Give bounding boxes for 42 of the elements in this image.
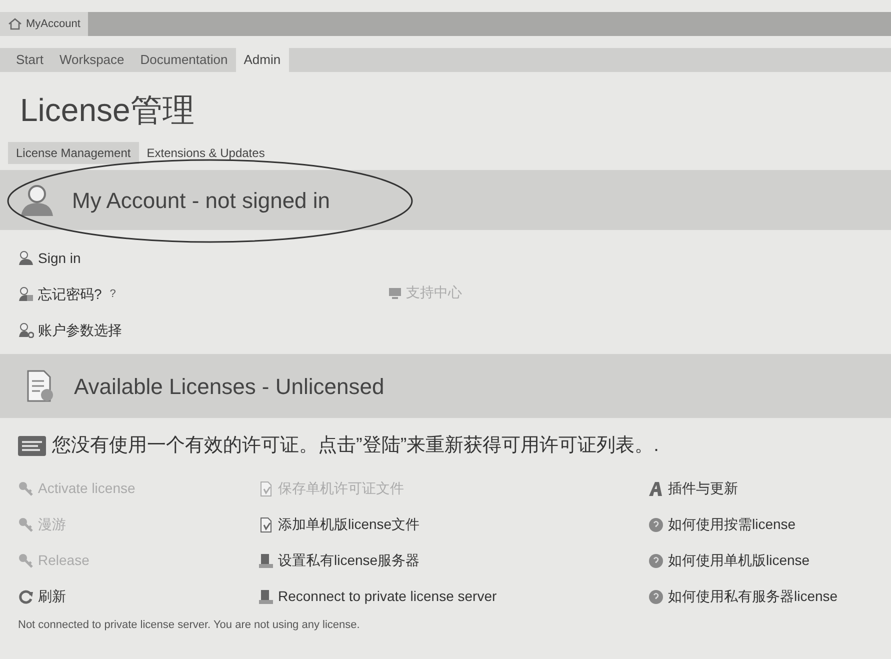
menu-tab[interactable]: Workspace [51, 48, 132, 72]
file-icon [258, 516, 274, 532]
action-link[interactable]: 如何使用私有服务器license [668, 586, 838, 607]
action-link[interactable]: 刷新 [38, 586, 66, 607]
user-settings-icon [18, 322, 34, 338]
section-title: Available Licenses - Unlicensed [74, 372, 384, 400]
action-link[interactable]: 账户参数选择 [38, 320, 122, 340]
key-icon [18, 552, 34, 568]
window-tab[interactable]: MyAccount [0, 12, 88, 36]
help-icon [648, 516, 664, 532]
letter-a-icon [648, 480, 664, 496]
menu-tab[interactable]: Documentation [132, 48, 236, 72]
action-link[interactable]: 如何使用按需license [668, 514, 796, 535]
action-link[interactable]: Reconnect to private license server [278, 586, 497, 607]
status-message: Not connected to private license server. You are not using any license. [17, 618, 361, 632]
action-link[interactable]: 忘记密码? [38, 284, 102, 304]
action-link[interactable]: 如何使用单机版license [668, 550, 810, 571]
refresh-icon [18, 588, 34, 604]
user-lock-icon [18, 286, 34, 302]
action-link[interactable]: Sign in [38, 248, 81, 268]
page-title: License管理 [19, 91, 196, 130]
server-icon [258, 588, 274, 604]
sub-tab[interactable]: License Management [8, 142, 139, 164]
action-link[interactable]: 设置私有license服务器 [278, 550, 420, 571]
key-icon [18, 516, 34, 532]
key-icon [18, 480, 34, 496]
section-title: My Account - not signed in [72, 186, 330, 215]
action-link[interactable]: 添加单机版license文件 [278, 514, 420, 535]
info-badge-icon [18, 436, 46, 456]
help-mark[interactable]: ? [110, 286, 116, 302]
monitor-icon [388, 286, 402, 298]
help-icon [648, 552, 664, 568]
help-icon [648, 588, 664, 604]
file-icon [258, 480, 274, 496]
menu-tab[interactable]: Admin [236, 48, 289, 72]
menu-tab[interactable]: Start [8, 48, 52, 72]
server-icon [258, 552, 274, 568]
user-icon [18, 250, 34, 266]
home-icon [8, 18, 22, 30]
sub-tab[interactable]: Extensions & Updates [138, 142, 273, 164]
action-link[interactable]: 插件与更新 [668, 478, 738, 499]
license-message: 您没有使用一个有效的许可证。点击”登陆”来重新获得可用许可证列表。. [52, 434, 659, 458]
